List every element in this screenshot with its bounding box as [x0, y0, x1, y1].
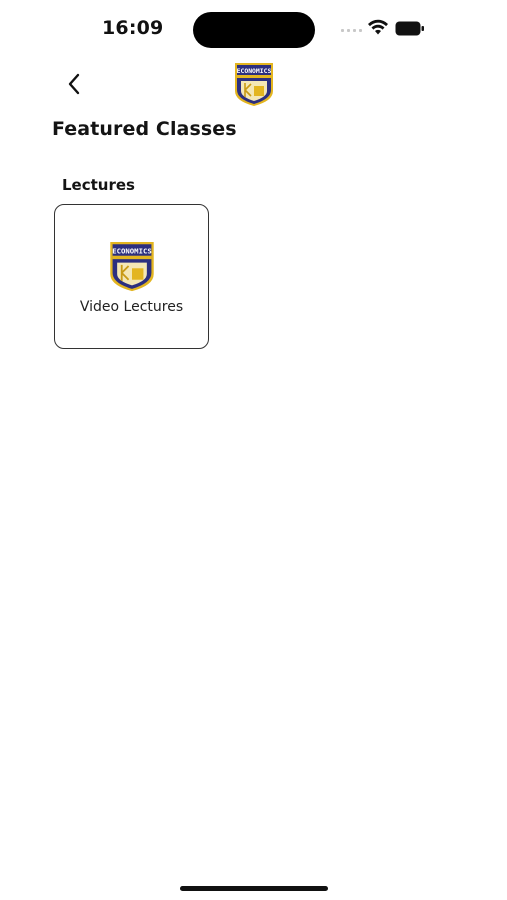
battery-icon: [395, 21, 424, 36]
video-lectures-card[interactable]: ECONOMICS Video Lectures: [54, 204, 209, 349]
logo-text: ECONOMICS: [112, 246, 152, 255]
dynamic-island: [193, 12, 315, 48]
back-button[interactable]: [58, 68, 90, 100]
wifi-icon: [368, 19, 388, 35]
home-indicator[interactable]: [180, 886, 328, 891]
cellular-signal-icon: [341, 29, 362, 32]
status-time: 16:09: [102, 17, 164, 39]
screen: 16:09 ECONOMICS Featured Classes Lecture…: [0, 0, 507, 900]
page-title: Featured Classes: [52, 118, 237, 140]
card-label: Video Lectures: [79, 299, 184, 315]
economics-logo-icon: ECONOMICS: [109, 242, 154, 292]
chevron-left-icon: [68, 73, 80, 95]
economics-logo-icon: ECONOMICS: [235, 63, 273, 106]
logo-text: ECONOMICS: [237, 67, 272, 75]
section-heading-lectures: Lectures: [62, 176, 135, 194]
